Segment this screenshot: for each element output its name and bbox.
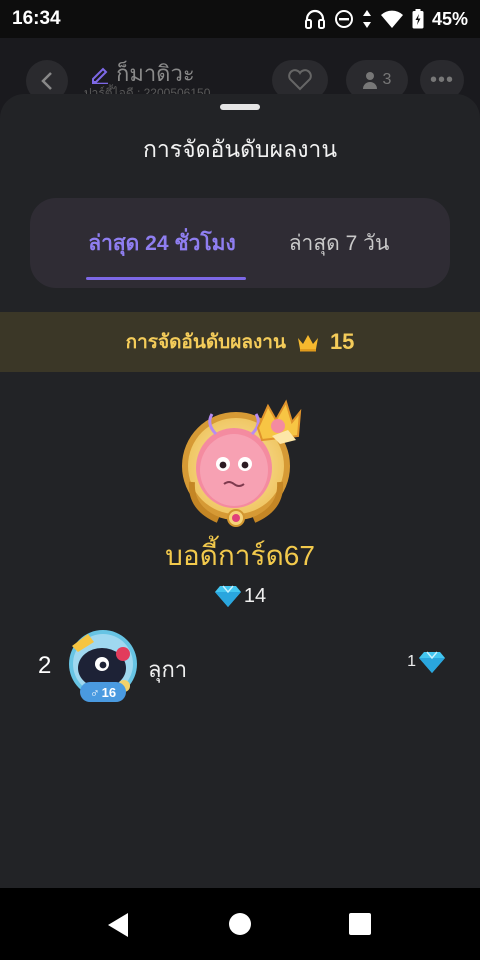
rank-banner-value: 15 [329, 329, 355, 354]
do-not-disturb-icon [334, 10, 353, 28]
battery-percent: 45% [431, 8, 468, 29]
edit-pencil-icon [92, 67, 108, 84]
top-user-score: 14 [0, 584, 480, 608]
back-triangle-icon[interactable] [106, 912, 130, 938]
user-avatar: ♂ 16 [66, 628, 140, 704]
chevron-left-icon [41, 72, 52, 90]
system-nav-bar [0, 888, 480, 960]
person-icon [362, 72, 377, 89]
sheet-drag-handle[interactable] [220, 104, 260, 110]
user-score-value: 1 [407, 653, 416, 670]
status-time: 16:34 [12, 8, 61, 29]
rank-banner: การจัดอันดับผลงาน 15 [0, 312, 480, 372]
rank-number: 2 [38, 652, 52, 679]
rank-banner-label: การจัดอันดับผลงาน [125, 332, 286, 353]
top-user-score-value: 14 [243, 584, 267, 607]
crown-icon [297, 335, 318, 352]
user-age: 16 [101, 684, 117, 700]
wifi-icon [380, 10, 403, 28]
battery-icon [412, 9, 424, 29]
user-name: ลุกา [148, 657, 188, 682]
sheet-title: การจัดอันดับผลงาน [142, 136, 338, 162]
headphones-icon [304, 9, 325, 29]
more-dots-icon: ••• [429, 68, 454, 91]
status-bar: 16:34 45% [0, 0, 480, 38]
diamond-icon [214, 585, 241, 607]
period-tabs: ล่าสุด 24 ชั่วโมง ล่าสุด 7 วัน [30, 198, 450, 288]
ranking-sheet: การจัดอันดับผลงาน ล่าสุด 24 ชั่วโมง ล่าส… [0, 94, 480, 888]
heart-icon [288, 69, 312, 91]
recents-square-icon[interactable] [348, 912, 372, 936]
data-transfer-icon [362, 10, 371, 28]
tab-last-7-days[interactable]: ล่าสุด 7 วัน [266, 198, 412, 288]
status-icons: 45% [304, 9, 468, 30]
gender-age-badge: ♂ 16 [80, 682, 126, 702]
tab-last-24-hours[interactable]: ล่าสุด 24 ชั่วโมง [74, 198, 250, 288]
active-tab-indicator [86, 277, 246, 280]
home-circle-icon[interactable] [228, 912, 252, 936]
top-user-avatar [182, 399, 302, 527]
top-user-name: บอดี้การ์ด67 [165, 540, 315, 571]
diamond-icon [419, 651, 445, 673]
member-count: 3 [382, 71, 392, 88]
list-item[interactable]: 2 ♂ 16 ลุกา 1 [0, 628, 480, 704]
male-icon: ♂ [89, 684, 100, 700]
user-score: 1 [407, 650, 446, 674]
